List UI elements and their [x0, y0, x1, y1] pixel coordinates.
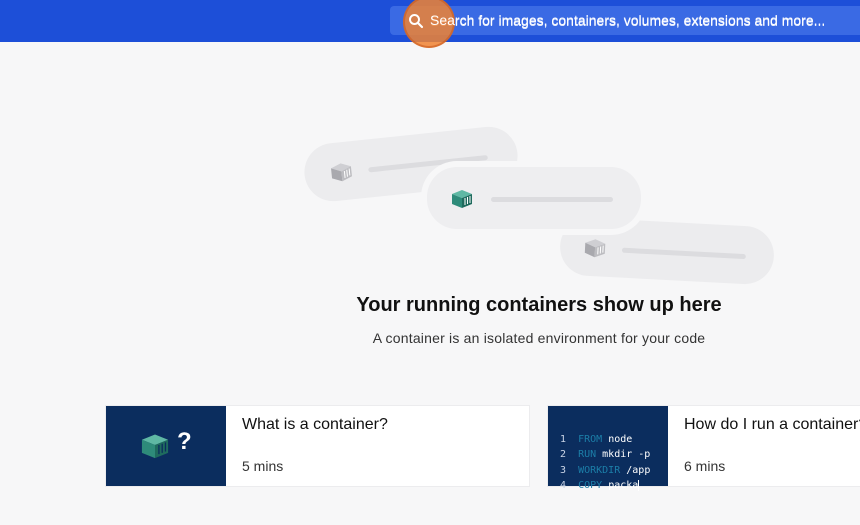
container-icon	[327, 159, 355, 184]
empty-state-illustration	[300, 115, 780, 290]
container-icon	[582, 236, 609, 259]
card-title: What is a container?	[242, 416, 388, 434]
container-pill-active	[427, 167, 641, 229]
container-icon	[138, 430, 172, 460]
card-title: How do I run a container?	[684, 416, 860, 434]
card-duration: 6 mins	[684, 458, 725, 474]
search-icon[interactable]	[407, 12, 425, 30]
empty-state-title: Your running containers show up here	[0, 294, 860, 317]
container-icon	[449, 187, 475, 209]
dockerfile-snippet: 1 FROM node2 RUN mkdir -p3 WORKDIR /app4…	[560, 416, 650, 525]
question-mark-icon: ?	[177, 428, 192, 456]
learn-card-run-container[interactable]: 1 FROM node2 RUN mkdir -p3 WORKDIR /app4…	[548, 406, 860, 486]
card-thumbnail-code: 1 FROM node2 RUN mkdir -p3 WORKDIR /app4…	[548, 406, 668, 486]
card-thumbnail: ?	[106, 406, 226, 486]
search-placeholder-overlay: Search for images, containers, volumes, …	[430, 12, 825, 28]
empty-state-subtitle: A container is an isolated environment f…	[0, 330, 860, 346]
card-duration: 5 mins	[242, 458, 283, 474]
learn-card-what-is-container[interactable]: ? What is a container? 5 mins	[106, 406, 529, 486]
